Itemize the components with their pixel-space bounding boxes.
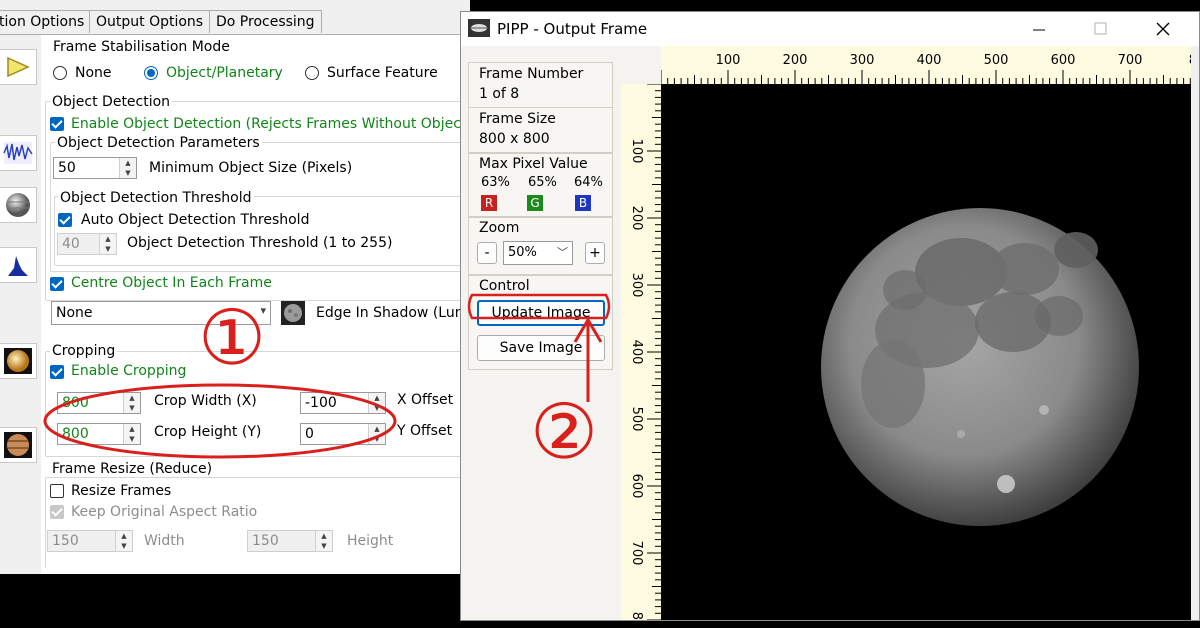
update-button-highlight <box>467 293 611 320</box>
crop-values-highlight <box>43 383 397 459</box>
step-2-marker: ② <box>530 387 599 476</box>
annotation-overlay <box>43 293 611 459</box>
step-1-marker: ① <box>198 293 267 382</box>
